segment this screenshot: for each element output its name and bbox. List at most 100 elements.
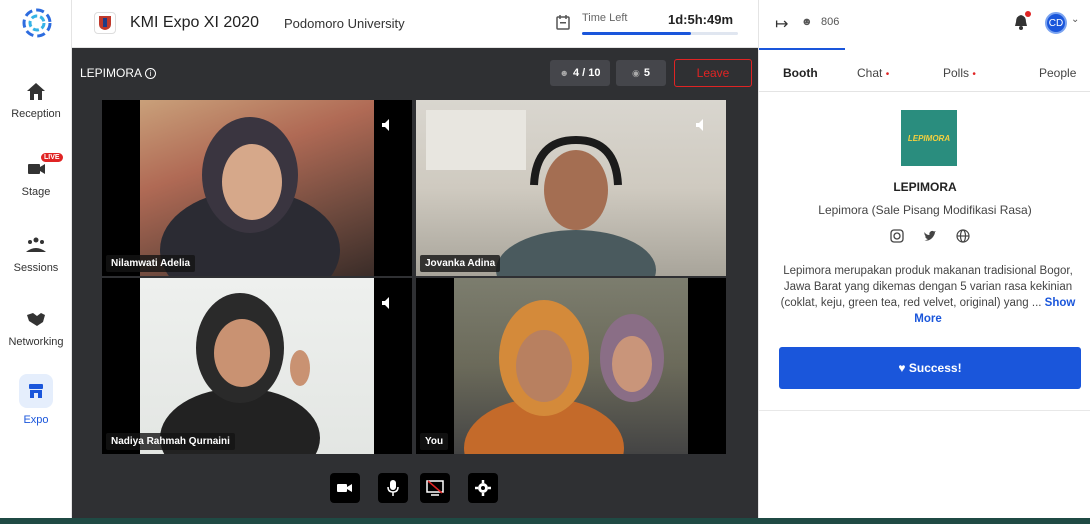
video-feed xyxy=(140,278,374,454)
video-tile[interactable]: Nadiya Rahmah Qurnaini xyxy=(102,278,412,454)
participant-count: ☻ 4 / 10 xyxy=(550,60,610,86)
heart-icon: ♥ xyxy=(898,361,906,375)
participants-icon: ☻ xyxy=(559,68,569,78)
live-badge: LIVE xyxy=(40,152,64,163)
time-left-progress-fill xyxy=(582,32,692,35)
left-navigation: Reception LIVE Stage Sessions Networking xyxy=(0,0,72,524)
attendee-count: 806 xyxy=(821,16,840,28)
time-left-value: 1d:5h:49m xyxy=(668,12,734,27)
viewer-count-text: 5 xyxy=(643,67,650,79)
attendees-icon: ☻ xyxy=(801,16,813,28)
panel-tabs: Booth Chat • Polls • People xyxy=(759,52,1090,92)
handshake-icon xyxy=(27,313,45,326)
right-top-bar: ↦ ☻ 806 CD ⌄ xyxy=(758,0,1090,52)
brand-subtitle: Lepimora (Sale Pisang Modifikasi Rasa) xyxy=(818,203,1032,217)
video-tile[interactable]: Nilamwati Adelia xyxy=(102,100,412,276)
chat-unread-dot: • xyxy=(885,69,890,80)
tab-polls[interactable]: Polls • xyxy=(943,66,976,80)
nav-expo-highlight xyxy=(19,374,53,408)
success-button[interactable]: ♥ Success! xyxy=(779,347,1081,389)
leave-button[interactable]: Leave xyxy=(674,59,752,87)
speaker-icon xyxy=(696,119,703,131)
globe-icon[interactable] xyxy=(956,229,970,243)
nav-item-reception[interactable]: Reception xyxy=(0,80,72,120)
tab-booth[interactable]: Booth xyxy=(783,66,818,80)
brand-name: LEPIMORA xyxy=(893,180,957,194)
brand-logo-text: LEPIMORA xyxy=(907,133,951,143)
booth-description-text: Lepimora merupakan produk makanan tradis… xyxy=(780,265,1073,309)
participant-name: You xyxy=(420,433,449,450)
nav-item-stage[interactable]: LIVE Stage xyxy=(0,152,72,198)
participant-count-text: 4 / 10 xyxy=(572,67,601,79)
divider xyxy=(759,410,1090,411)
nav-item-sessions[interactable]: Sessions xyxy=(0,234,72,274)
screen-share-off-icon xyxy=(426,480,444,496)
participant-name: Nadiya Rahmah Qurnaini xyxy=(106,433,235,450)
active-underline xyxy=(759,48,845,50)
video-stage: LEPIMORA i ☻ 4 / 10 ◉ 5 Leave Nilamwati A… xyxy=(72,48,758,518)
nav-item-expo[interactable]: Expo xyxy=(0,374,72,426)
video-feed xyxy=(454,278,688,454)
notification-dot xyxy=(1025,11,1031,17)
participant-name: Nilamwati Adelia xyxy=(106,255,196,272)
event-title: KMI Expo XI 2020 xyxy=(130,14,259,31)
twitter-icon[interactable] xyxy=(923,229,937,243)
storefront-icon xyxy=(29,384,43,398)
tab-people[interactable]: People xyxy=(1039,66,1076,80)
video-feed xyxy=(416,100,726,276)
home-icon xyxy=(27,83,45,100)
speaker-icon xyxy=(382,297,389,309)
info-icon[interactable]: i xyxy=(145,68,157,79)
collapse-panel-icon[interactable]: ↦ xyxy=(775,14,788,34)
booth-panel: Booth Chat • Polls • People LEPIMORA LEP… xyxy=(758,52,1090,518)
nav-label-reception: Reception xyxy=(11,108,61,120)
instagram-icon[interactable] xyxy=(890,229,904,243)
bottom-strip xyxy=(0,518,1090,524)
booth-description: Lepimora merupakan produk makanan tradis… xyxy=(777,263,1079,327)
time-left-label: Time Left xyxy=(582,12,628,24)
microphone-toggle-button[interactable] xyxy=(378,473,408,503)
speaker-icon xyxy=(382,119,389,131)
nav-label-stage: Stage xyxy=(21,186,51,198)
success-button-label: Success! xyxy=(908,361,962,375)
eye-icon: ◉ xyxy=(632,67,640,78)
video-feed xyxy=(140,100,374,276)
tab-polls-label: Polls xyxy=(943,66,970,80)
social-links xyxy=(890,229,970,243)
calendar-icon xyxy=(556,15,570,30)
app-logo-icon[interactable] xyxy=(22,8,52,38)
microphone-icon xyxy=(387,480,399,496)
nav-item-networking[interactable]: Networking xyxy=(0,308,72,348)
participant-figure xyxy=(160,117,340,276)
participant-name: Jovanka Adina xyxy=(420,255,501,272)
camera-icon xyxy=(337,484,352,492)
chevron-down-icon[interactable]: ⌄ xyxy=(1071,14,1079,25)
tab-booth-label: Booth xyxy=(783,66,818,80)
brand-logo: LEPIMORA xyxy=(901,110,957,166)
nav-label-expo: Expo xyxy=(23,414,49,426)
video-tile[interactable]: Jovanka Adina xyxy=(416,100,726,276)
event-organizer: Podomoro University xyxy=(284,16,405,31)
booth-title-text: LEPIMORA xyxy=(80,66,143,80)
camera-toggle-button[interactable] xyxy=(330,473,360,503)
avatar[interactable]: CD xyxy=(1045,12,1067,34)
participant-figure xyxy=(426,110,656,276)
tab-chat-label: Chat xyxy=(857,66,883,80)
settings-button[interactable] xyxy=(468,473,498,503)
nav-label-sessions: Sessions xyxy=(13,262,59,274)
top-bar: KMI Expo XI 2020 Podomoro University Tim… xyxy=(72,0,758,48)
people-group-icon xyxy=(26,237,46,252)
screen-share-button[interactable] xyxy=(420,473,450,503)
participant-figure xyxy=(160,293,320,454)
event-logo-icon xyxy=(94,12,116,34)
tab-chat[interactable]: Chat • xyxy=(857,66,889,80)
tab-people-label: People xyxy=(1039,66,1077,80)
settings-icon xyxy=(475,480,491,496)
booth-title: LEPIMORA i xyxy=(80,66,157,80)
viewer-count: ◉ 5 xyxy=(616,60,666,86)
nav-label-networking: Networking xyxy=(8,336,64,348)
time-left-progress xyxy=(582,32,738,35)
participant-figure xyxy=(464,300,664,454)
video-tile[interactable]: You xyxy=(416,278,726,454)
polls-unread-dot: • xyxy=(972,69,976,80)
